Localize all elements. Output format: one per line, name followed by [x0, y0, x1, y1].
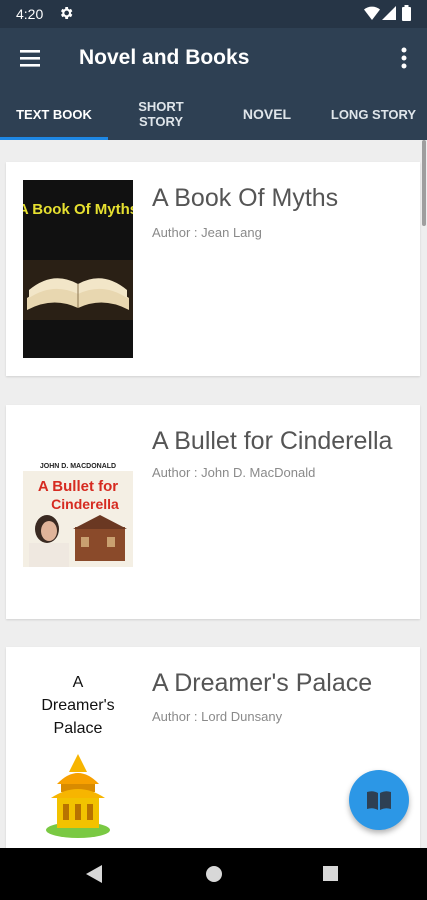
- book-cover: JOHN D. MACDONALD A Bullet for Cinderell…: [23, 457, 133, 567]
- system-nav-bar: [0, 848, 427, 900]
- cover-title: A Book Of Myths: [23, 201, 133, 218]
- tab-short-story[interactable]: SHORT STORY: [108, 88, 214, 140]
- book-title: A Book Of Myths: [152, 184, 339, 212]
- book-author: Author : John D. MacDonald: [152, 465, 316, 480]
- book-title: A Dreamer's Palace: [152, 669, 373, 697]
- cover-line: Dreamer's: [41, 697, 115, 714]
- book-title: A Bullet for Cinderella: [152, 427, 393, 455]
- status-time: 4:20: [16, 6, 44, 22]
- scrollbar[interactable]: [422, 140, 426, 226]
- book-author: Author : Jean Lang: [152, 225, 262, 240]
- tab-label: LONG STORY: [330, 106, 417, 122]
- wifi-icon: [364, 6, 380, 20]
- tab-label: SHORT STORY: [138, 99, 184, 129]
- status-bar: 4:20: [0, 0, 427, 28]
- more-vert-icon[interactable]: [392, 44, 416, 72]
- gear-icon: [61, 7, 73, 19]
- tab-label: TEXT BOOK: [16, 106, 92, 122]
- tab-novel[interactable]: NOVEL: [214, 88, 320, 140]
- recents-icon[interactable]: [323, 866, 338, 881]
- signal-icon: [382, 6, 396, 20]
- book-author: Author : Lord Dunsany: [152, 709, 283, 724]
- menu-icon[interactable]: [18, 46, 44, 70]
- home-icon[interactable]: [206, 866, 222, 882]
- book-fab-button[interactable]: [349, 770, 409, 830]
- back-icon[interactable]: [86, 865, 102, 883]
- cover-title-line1: A Bullet for: [38, 478, 118, 495]
- book-icon: [367, 791, 391, 810]
- cover-line: Palace: [53, 720, 103, 737]
- tab-text-book[interactable]: TEXT BOOK: [0, 88, 108, 140]
- app-bar: Novel and Books: [0, 28, 427, 88]
- book-list[interactable]: A Book Of Myths A Book Of Myths Author :…: [0, 140, 427, 848]
- cover-title-line2: Cinderella: [51, 496, 119, 512]
- book-cover: A Book Of Myths: [23, 180, 133, 358]
- book-card[interactable]: JOHN D. MACDONALD A Bullet for Cinderell…: [6, 405, 420, 619]
- cover-author: JOHN D. MACDONALD: [40, 463, 116, 470]
- tab-label: NOVEL: [242, 105, 292, 122]
- cover-line: A: [72, 674, 84, 691]
- palace-illustration: [46, 754, 110, 838]
- app-title: Novel and Books: [79, 46, 250, 69]
- book-card[interactable]: A Book Of Myths A Book Of Myths Author :…: [6, 162, 420, 376]
- battery-icon: [402, 5, 411, 21]
- book-cover: A Dreamer's Palace: [23, 671, 133, 848]
- tab-bar: TEXT BOOK SHORT STORY NOVEL LONG STORY: [0, 88, 427, 140]
- tab-long-story[interactable]: LONG STORY: [320, 88, 427, 140]
